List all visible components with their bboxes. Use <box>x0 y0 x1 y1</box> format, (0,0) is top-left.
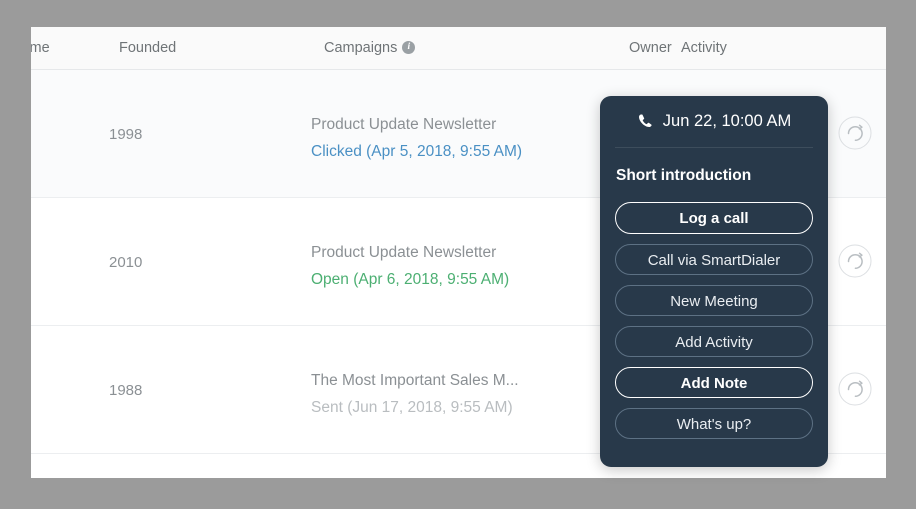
campaign-title: Product Update Newsletter <box>311 112 522 138</box>
add-activity-button[interactable]: Add Activity <box>615 326 813 357</box>
activity-circle-arrow-icon[interactable] <box>838 244 872 278</box>
activity-circle-arrow-icon[interactable] <box>838 116 872 150</box>
column-header-campaigns[interactable]: Campaigns i <box>324 27 415 69</box>
activity-actions-popover: Jun 22, 10:00 AM Short introduction Log … <box>600 96 828 467</box>
popover-date: Jun 22, 10:00 AM <box>663 112 791 131</box>
column-header-founded[interactable]: Founded <box>119 27 176 69</box>
phone-icon <box>637 113 654 130</box>
log-a-call-button[interactable]: Log a call <box>615 202 813 234</box>
popover-subject: Short introduction <box>615 148 813 185</box>
info-icon[interactable]: i <box>402 41 415 54</box>
whats-up-button[interactable]: What's up? <box>615 408 813 439</box>
call-via-smartdialer-button[interactable]: Call via SmartDialer <box>615 244 813 275</box>
add-note-button[interactable]: Add Note <box>615 367 813 398</box>
table-header-row: Name Founded Campaigns i Owner Activity <box>31 27 886 70</box>
campaign-status[interactable]: Clicked (Apr 5, 2018, 9:55 AM) <box>311 138 522 165</box>
campaign-title: The Most Important Sales M... <box>311 368 519 394</box>
new-meeting-button[interactable]: New Meeting <box>615 285 813 316</box>
cell-campaigns: Product Update Newsletter Clicked (Apr 5… <box>311 112 522 165</box>
column-header-activity[interactable]: Activity <box>681 27 727 69</box>
column-header-name[interactable]: Name <box>31 27 50 69</box>
cell-founded: 2010 <box>109 254 142 271</box>
cell-campaigns: The Most Important Sales M... Sent (Jun … <box>311 368 519 421</box>
campaign-status[interactable]: Sent (Jun 17, 2018, 9:55 AM) <box>311 394 519 421</box>
activity-circle-arrow-icon[interactable] <box>838 372 872 406</box>
column-header-owner[interactable]: Owner <box>629 27 672 69</box>
cell-founded: 1988 <box>109 382 142 399</box>
campaign-status[interactable]: Open (Apr 6, 2018, 9:55 AM) <box>311 266 509 293</box>
popover-header: Jun 22, 10:00 AM <box>615 96 813 148</box>
popover-action-buttons: Log a call Call via SmartDialer New Meet… <box>615 202 813 439</box>
cell-founded: 1998 <box>109 126 142 143</box>
cell-campaigns: Product Update Newsletter Open (Apr 6, 2… <box>311 240 509 293</box>
column-header-campaigns-label: Campaigns <box>324 40 397 56</box>
campaign-title: Product Update Newsletter <box>311 240 509 266</box>
